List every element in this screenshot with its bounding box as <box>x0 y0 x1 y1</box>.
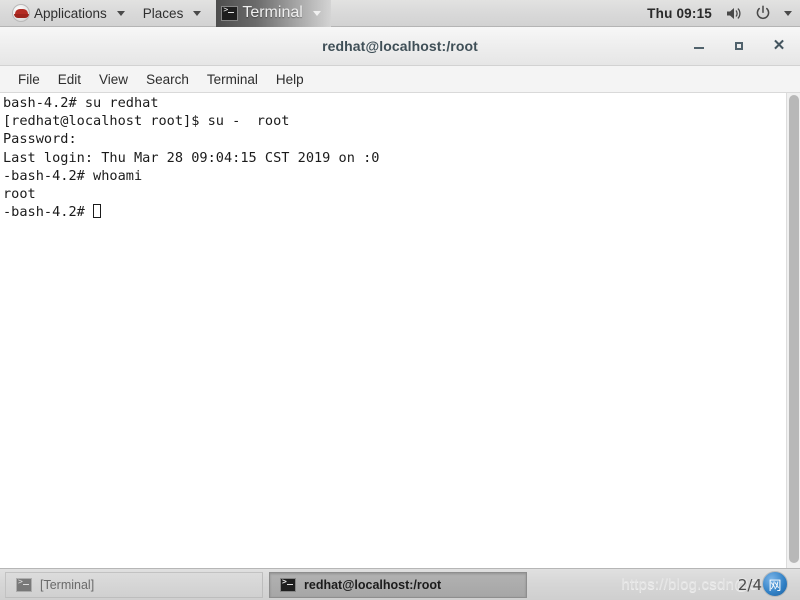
active-window-menu[interactable]: Terminal <box>216 0 331 27</box>
taskbar-button-redhat-root[interactable]: redhat@localhost:/root <box>269 571 527 598</box>
volume-icon[interactable] <box>725 6 742 21</box>
watermark: https://blog.csdn@5 网 <box>621 571 788 597</box>
taskbar-button-terminal[interactable]: [Terminal] <box>5 571 263 598</box>
watermark-badge-icon: 网 <box>762 571 788 597</box>
terminal-line: Password: <box>3 131 77 148</box>
active-window-menu-label: Terminal <box>242 4 303 21</box>
system-menu-chevron-down-icon[interactable] <box>784 10 792 16</box>
page-indicator: 2/4 <box>737 576 762 594</box>
terminal-line: root <box>3 186 36 203</box>
menu-file[interactable]: File <box>9 69 49 90</box>
applications-menu-label: Applications <box>34 5 107 21</box>
chevron-down-icon <box>193 10 202 16</box>
chevron-down-icon <box>312 10 321 16</box>
places-menu[interactable]: Places <box>132 0 209 27</box>
places-menu-label: Places <box>142 5 184 21</box>
menubar: File Edit View Search Terminal Help <box>0 66 800 93</box>
terminal-cursor <box>93 204 102 219</box>
maximize-button[interactable] <box>732 39 746 53</box>
taskbar-button-label: redhat@localhost:/root <box>304 577 442 592</box>
redhat-logo-icon <box>12 4 30 22</box>
terminal-line: -bash-4.2# whoami <box>3 167 143 184</box>
terminal-line: Last login: Thu Mar 28 09:04:15 CST 2019… <box>3 149 380 166</box>
terminal-line: bash-4.2# su redhat <box>3 95 159 111</box>
terminal-scrollbar-thumb[interactable] <box>789 95 799 563</box>
chevron-down-icon <box>116 10 125 16</box>
close-button[interactable]: ✕ <box>772 38 786 53</box>
terminal-line: [redhat@localhost root]$ su - root <box>3 113 290 130</box>
window-controls: ✕ <box>692 27 786 65</box>
terminal-output: bash-4.2# su redhat [redhat@localhost ro… <box>3 94 778 221</box>
menu-search[interactable]: Search <box>137 69 198 90</box>
terminal-prompt: -bash-4.2# <box>3 204 94 221</box>
terminal-screen[interactable]: bash-4.2# su redhat [redhat@localhost ro… <box>0 93 800 569</box>
terminal-icon <box>16 577 32 592</box>
taskbar-button-label: [Terminal] <box>40 577 95 592</box>
clock[interactable]: Thu 09:15 <box>647 6 712 21</box>
minimize-button[interactable] <box>692 39 706 53</box>
power-icon[interactable] <box>755 5 771 21</box>
menu-help[interactable]: Help <box>267 69 313 90</box>
panel-status-area: Thu 09:15 <box>647 5 800 21</box>
menu-terminal[interactable]: Terminal <box>198 69 267 90</box>
terminal-icon <box>221 5 239 21</box>
terminal-window: redhat@localhost:/root ✕ File Edit View … <box>0 27 800 569</box>
terminal-scrollbar[interactable] <box>786 93 800 569</box>
menu-edit[interactable]: Edit <box>49 69 90 90</box>
top-panel: Applications Places Terminal Thu 09:15 <box>0 0 800 27</box>
taskbar: [Terminal] redhat@localhost:/root https:… <box>0 568 800 600</box>
window-title: redhat@localhost:/root <box>322 38 478 54</box>
window-titlebar[interactable]: redhat@localhost:/root ✕ <box>0 27 800 66</box>
applications-menu[interactable]: Applications <box>0 0 132 27</box>
terminal-icon <box>280 577 296 592</box>
menu-view[interactable]: View <box>90 69 137 90</box>
